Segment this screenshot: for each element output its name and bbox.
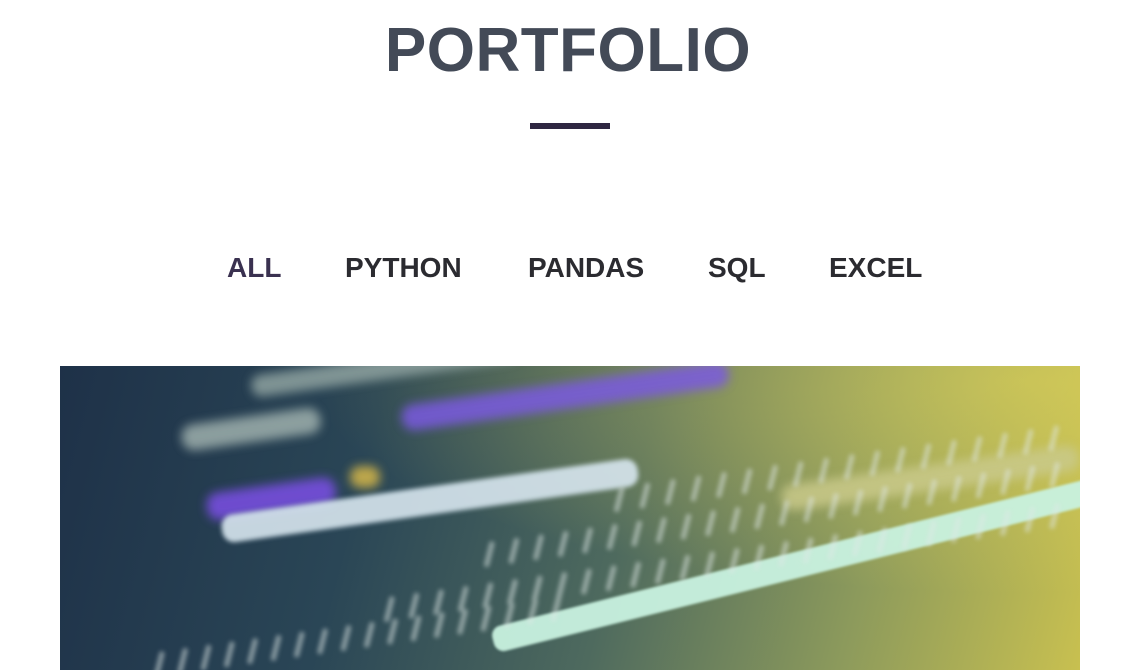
portfolio-item-image[interactable] — [60, 366, 1080, 670]
title-divider — [530, 123, 610, 129]
filter-python[interactable]: PYTHON — [345, 248, 462, 288]
page-title: PORTFOLIO — [384, 16, 752, 85]
portfolio-filter-bar: ALL PYTHON PANDAS SQL EXCEL — [0, 248, 1136, 288]
filter-pandas[interactable]: PANDAS — [528, 248, 644, 288]
filter-all[interactable]: ALL — [227, 248, 281, 288]
filter-excel[interactable]: EXCEL — [829, 248, 922, 288]
filter-sql[interactable]: SQL — [708, 248, 766, 288]
portfolio-section: PORTFOLIO ALL PYTHON PANDAS SQL EXCEL — [0, 0, 1136, 670]
code-screenshot-image — [60, 366, 1080, 670]
